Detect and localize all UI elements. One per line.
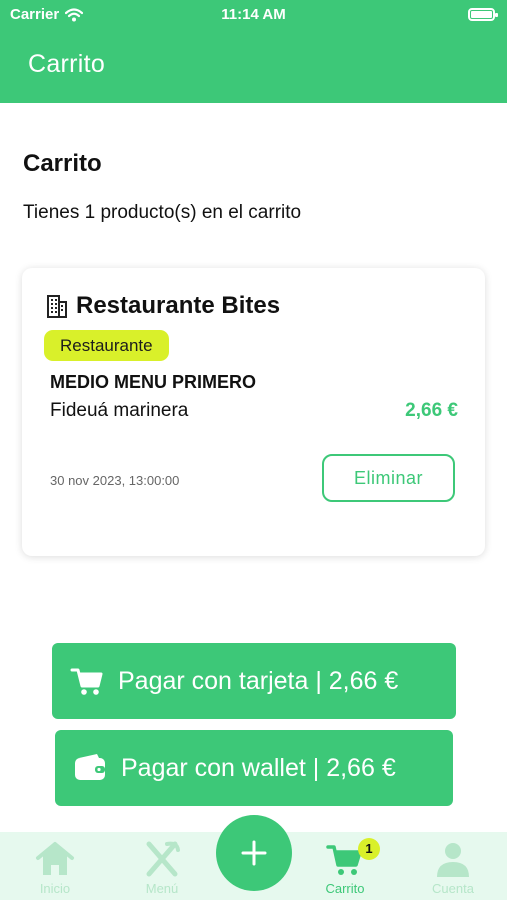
tab-label-carrito: Carrito [325,881,365,896]
tab-label-cuenta: Cuenta [432,881,474,896]
status-time: 11:14 AM [221,6,286,23]
page-title: Carrito [23,150,102,177]
tab-inicio[interactable]: Inicio [5,832,105,900]
cart-icon [70,668,103,695]
cart-count-text: Tienes 1 producto(s) en el carrito [23,202,302,223]
add-button[interactable] [216,815,292,891]
building-icon [47,295,67,318]
item-price: 2,66 € [405,400,458,421]
restaurant-heading: Restaurante Bites [46,292,280,320]
delete-button[interactable]: Eliminar [322,454,455,502]
user-icon [437,843,469,877]
item-datetime: 30 nov 2023, 13:00:00 [50,473,180,488]
cutlery-icon [146,841,180,877]
wallet-icon [75,754,105,780]
app-header: Carrier 11:14 AM Carrito [0,0,507,103]
restaurant-name: Restaurante Bites [76,292,281,319]
plus-icon [241,840,267,866]
tab-label-inicio: Inicio [39,881,71,896]
dish-name: Fideuá marinera [50,400,189,421]
menu-name: MEDIO MENU PRIMERO [50,372,257,392]
battery-icon [468,8,498,21]
cart-count-badge: 1 [358,838,380,860]
header-title: Carrito [28,50,106,78]
pay-with-card-button[interactable]: Pagar con tarjeta | 2,66 € [52,643,456,719]
tab-label-menu: Menú [145,881,179,896]
pay-with-card-label: Pagar con tarjeta | 2,66 € [118,666,399,695]
home-icon [36,842,74,875]
tab-cuenta[interactable]: Cuenta [403,832,503,900]
restaurant-type-badge: Restaurante [44,330,169,361]
tab-carrito[interactable]: 1 Carrito [295,832,395,900]
status-bar: Carrier 11:14 AM [0,0,507,32]
cart-item-card: Restaurante Bites Restaurante MEDIO MENU… [22,268,485,556]
pay-with-wallet-label: Pagar con wallet | 2,66 € [121,753,396,782]
pay-with-wallet-button[interactable]: Pagar con wallet | 2,66 € [55,730,453,806]
tab-menu[interactable]: Menú [112,832,212,900]
